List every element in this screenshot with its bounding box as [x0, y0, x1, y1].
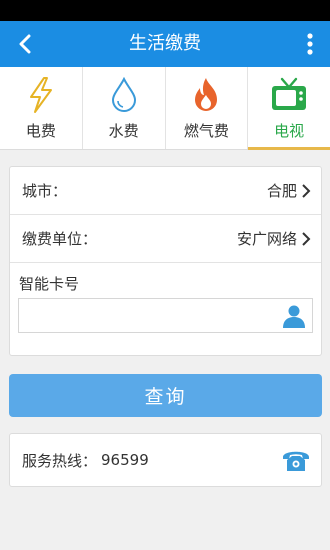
tab-label: 电费	[25, 122, 56, 140]
more-vertical-icon	[307, 33, 313, 55]
service-hotline: 服务热线： 96599	[9, 433, 322, 487]
tab-gas[interactable]: 燃气费	[166, 67, 249, 149]
tv-icon	[269, 75, 309, 115]
chevron-right-icon	[302, 231, 311, 246]
unit-row[interactable]: 缴费单位： 安广网络	[10, 215, 321, 263]
lightning-icon	[21, 75, 61, 115]
card-number-label: 智能卡号	[19, 275, 80, 293]
tab-label: 燃气费	[183, 122, 229, 140]
card-number-field	[18, 298, 313, 333]
tab-label: 水费	[108, 122, 139, 140]
contact-person-icon[interactable]	[282, 304, 306, 328]
city-value: 合肥	[266, 182, 297, 200]
tab-tv[interactable]: 电视	[248, 67, 330, 150]
hotline-number: 96599	[101, 451, 149, 469]
city-row[interactable]: 城市： 合肥	[10, 167, 321, 215]
more-button[interactable]	[298, 29, 322, 59]
chevron-right-icon	[302, 183, 311, 198]
tab-label: 电视	[274, 122, 305, 140]
tab-water[interactable]: 水费	[83, 67, 166, 149]
tab-electricity[interactable]: 电费	[0, 67, 83, 149]
page-title: 生活缴费	[129, 33, 201, 54]
water-drop-icon	[104, 75, 144, 115]
flame-icon	[186, 75, 226, 115]
city-label: 城市：	[22, 182, 68, 200]
unit-value: 安广网络	[236, 230, 297, 248]
payment-form: 城市： 合肥 缴费单位： 安广网络 智能卡号	[9, 166, 322, 356]
unit-label: 缴费单位：	[22, 230, 98, 248]
category-tabs: 电费 水费 燃气费 电视	[0, 67, 330, 150]
status-bar	[0, 0, 330, 21]
phone-icon[interactable]	[281, 446, 311, 474]
query-button[interactable]: 查询	[9, 374, 322, 417]
card-number-input[interactable]	[19, 299, 312, 332]
hotline-label: 服务热线：	[22, 451, 98, 470]
nav-bar: 生活缴费	[0, 21, 330, 67]
